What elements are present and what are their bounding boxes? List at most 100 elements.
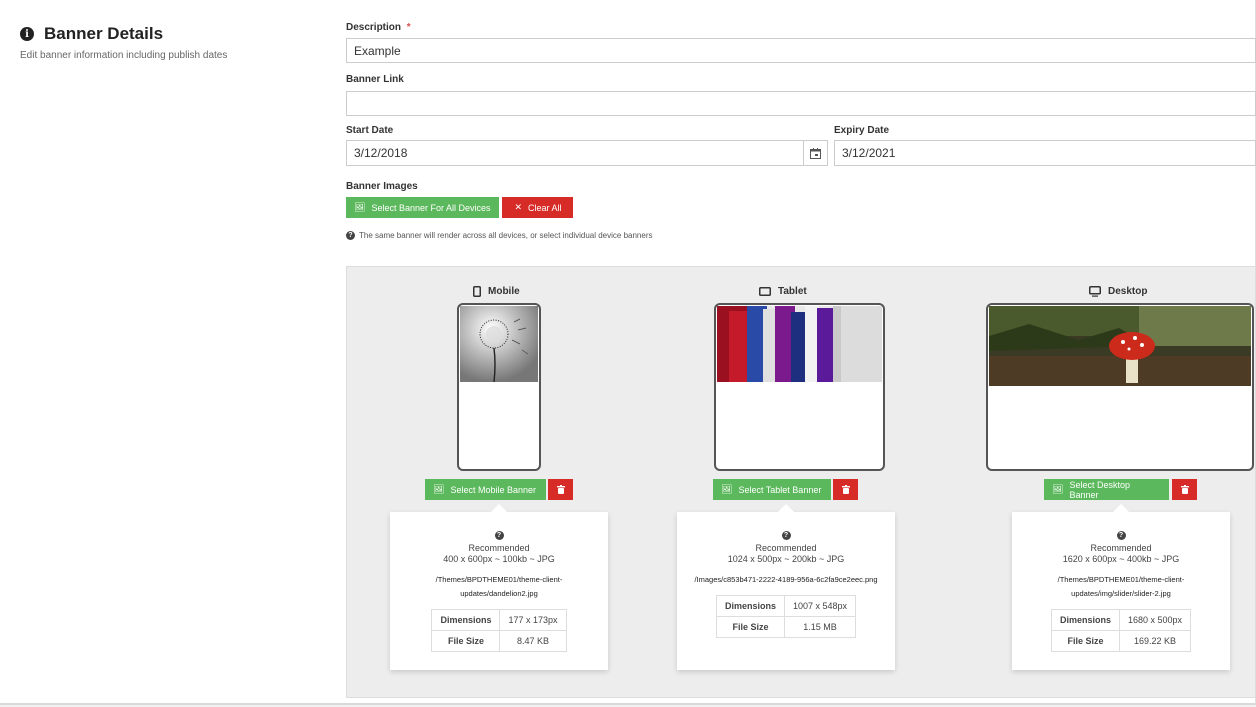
- select-all-devices-label: Select Banner For All Devices: [371, 202, 491, 213]
- expiry-date-input[interactable]: 3/12/2021: [834, 140, 1256, 166]
- mobile-banner-image: [460, 306, 538, 382]
- question-icon: ?: [1116, 531, 1126, 540]
- mobile-icon: [473, 286, 481, 297]
- clear-all-label: Clear All: [528, 202, 562, 213]
- banner-path: /Themes/BPDTHEME01/theme-client-updates/…: [1057, 575, 1185, 598]
- mobile-preview-frame: [457, 303, 541, 471]
- file-size-value: 8.47 KB: [499, 630, 567, 652]
- dimensions-label: Dimensions: [431, 609, 501, 631]
- banner-link-input[interactable]: [346, 91, 1256, 116]
- device-banners-panel: Mobile 🖼 Select Mobile Banner ? Recommen…: [346, 266, 1256, 698]
- card-caret: [1113, 504, 1129, 512]
- select-all-devices-button[interactable]: 🖼 Select Banner For All Devices: [346, 197, 499, 218]
- table-row: Dimensions 1680 x 500px: [1050, 609, 1192, 631]
- select-mobile-banner-label: Select Mobile Banner: [450, 484, 536, 495]
- banner-stats-table: Dimensions 1007 x 548px File Size 1.15 MB: [715, 595, 857, 638]
- trash-icon: [841, 485, 850, 494]
- tablet-info-card: ? Recommended 1024 x 500px ~ 200kb ~ JPG…: [677, 504, 895, 670]
- tablet-title-text: Tablet: [778, 286, 807, 297]
- help-text-content: The same banner will render across all d…: [359, 231, 653, 240]
- description-label: Description *: [346, 22, 1256, 33]
- dimensions-value: 177 x 173px: [499, 609, 567, 631]
- recommended-label: Recommended: [1090, 543, 1152, 553]
- start-date-label: Start Date: [346, 125, 394, 136]
- file-size-label: File Size: [1050, 630, 1120, 652]
- mobile-info-card: ? Recommended 400 x 600px ~ 100kb ~ JPG …: [390, 504, 608, 670]
- image-icon: 🖼: [721, 484, 733, 494]
- select-mobile-banner-button[interactable]: 🖼 Select Mobile Banner: [425, 479, 546, 500]
- file-size-label: File Size: [715, 616, 785, 638]
- section-title-text: Banner Details: [44, 24, 164, 43]
- file-size-value: 169.22 KB: [1118, 630, 1192, 652]
- mobile-title: Mobile: [473, 286, 520, 297]
- question-icon: ?: [346, 231, 355, 240]
- dimensions-label: Dimensions: [1050, 609, 1120, 631]
- banner-path: /Images/c853b471-2222-4189-956a-6c2fa9ce…: [694, 575, 878, 584]
- question-icon: ?: [494, 531, 504, 540]
- description-input[interactable]: Example: [346, 38, 1256, 63]
- recommended-label: Recommended: [755, 543, 817, 553]
- mobile-title-text: Mobile: [488, 286, 520, 297]
- select-tablet-banner-label: Select Tablet Banner: [738, 484, 822, 495]
- dimensions-value: 1007 x 548px: [783, 595, 857, 617]
- calendar-icon[interactable]: [804, 140, 828, 166]
- file-size-label: File Size: [431, 630, 501, 652]
- banner-stats-table: Dimensions 1680 x 500px File Size 169.22 K…: [1050, 609, 1192, 652]
- info-icon: i: [20, 27, 34, 41]
- section-title: i Banner Details: [20, 24, 320, 44]
- desktop-preview-frame: [986, 303, 1254, 471]
- recommended-label: Recommended: [468, 543, 530, 553]
- dimensions-value: 1680 x 500px: [1118, 609, 1192, 631]
- select-desktop-banner-label: Select Desktop Banner: [1069, 479, 1130, 500]
- banner-images-label: Banner Images: [346, 181, 418, 192]
- question-icon: ?: [781, 531, 791, 540]
- delete-desktop-banner-button[interactable]: [1172, 479, 1197, 500]
- dates-row: Start Date Expiry Date 3/12/2018 3/12/20…: [346, 125, 1256, 171]
- recommended-spec: 400 x 600px ~ 100kb ~ JPG: [443, 554, 555, 564]
- tablet-preview-frame: [714, 303, 885, 471]
- recommended-spec: 1620 x 600px ~ 400kb ~ JPG: [1062, 554, 1180, 564]
- image-icon: 🖼: [1052, 484, 1064, 494]
- desktop-info-card: ? Recommended 1620 x 600px ~ 400kb ~ JPG…: [1012, 504, 1230, 670]
- table-row: Dimensions 177 x 173px: [431, 609, 567, 631]
- banner-details-card: i Banner Details Edit banner information…: [0, 0, 1256, 705]
- description-label-text: Description: [346, 22, 402, 33]
- trash-icon: [1180, 485, 1189, 494]
- required-mark: *: [406, 22, 411, 33]
- banner-actions: 🖼 Select Banner For All Devices ✕ Clear …: [346, 197, 1256, 218]
- delete-tablet-banner-button[interactable]: [833, 479, 858, 500]
- help-text: ? The same banner will render across all…: [346, 231, 1256, 240]
- desktop-banner-image: [989, 306, 1251, 386]
- select-tablet-banner-button[interactable]: 🖼 Select Tablet Banner: [713, 479, 831, 500]
- section-subtitle: Edit banner information including publis…: [20, 50, 228, 61]
- banner-stats-table: Dimensions 177 x 173px File Size 8.47 KB: [431, 609, 567, 652]
- table-row: Dimensions 1007 x 548px: [715, 595, 857, 617]
- tablet-title: Tablet: [759, 286, 807, 297]
- desktop-title: Desktop: [1089, 286, 1147, 297]
- close-icon: ✕: [514, 202, 523, 212]
- table-row: File Size 169.22 KB: [1050, 630, 1192, 652]
- image-icon: 🖼: [354, 202, 366, 212]
- banner-form: Description * Example Banner Link Start …: [346, 22, 1256, 240]
- file-size-value: 1.15 MB: [783, 616, 857, 638]
- recommended-spec: 1024 x 500px ~ 200kb ~ JPG: [727, 554, 845, 564]
- table-row: File Size 8.47 KB: [431, 630, 567, 652]
- banner-link-label: Banner Link: [346, 74, 404, 85]
- card-caret: [491, 504, 507, 512]
- clear-all-button[interactable]: ✕ Clear All: [501, 197, 573, 218]
- card-caret: [778, 504, 794, 512]
- dimensions-label: Dimensions: [715, 595, 785, 617]
- desktop-icon: [1089, 286, 1101, 297]
- image-icon: 🖼: [433, 484, 445, 494]
- tablet-icon: [759, 287, 771, 296]
- expiry-date-label: Expiry Date: [834, 125, 890, 136]
- start-date-input[interactable]: 3/12/2018: [346, 140, 804, 166]
- section-header: i Banner Details Edit banner information…: [20, 24, 320, 61]
- banner-path: /Themes/BPDTHEME01/theme-client-updates/…: [435, 575, 563, 598]
- trash-icon: [556, 485, 565, 494]
- table-row: File Size 1.15 MB: [715, 616, 857, 638]
- desktop-title-text: Desktop: [1108, 286, 1148, 297]
- delete-mobile-banner-button[interactable]: [548, 479, 573, 500]
- select-desktop-banner-button[interactable]: 🖼 Select Desktop Banner: [1044, 479, 1169, 500]
- tablet-banner-image: [717, 306, 882, 382]
